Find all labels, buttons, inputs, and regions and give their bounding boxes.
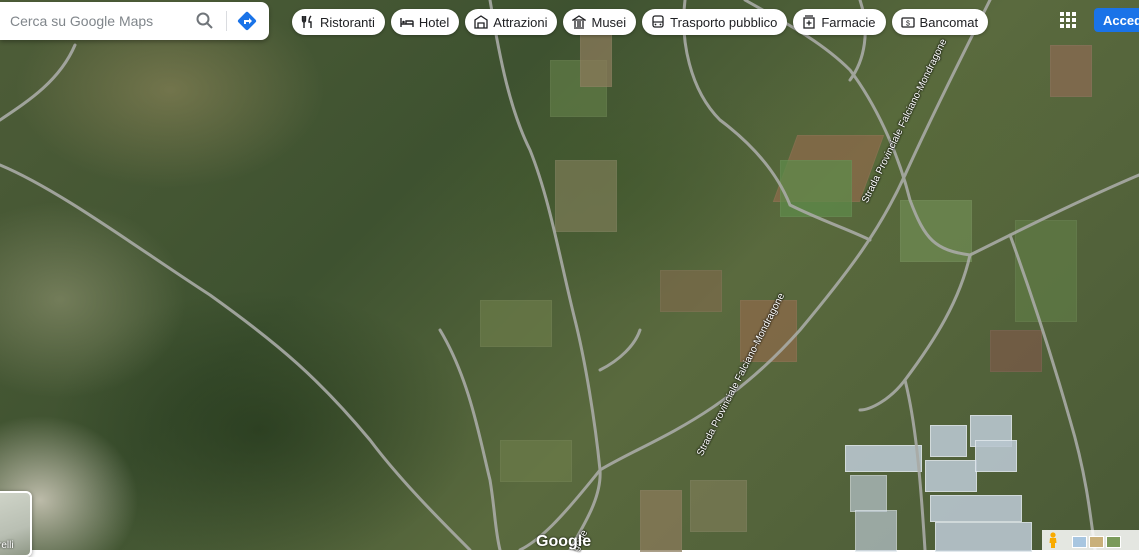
sign-in-button[interactable]: Accedi — [1094, 8, 1139, 32]
chip-atm[interactable]: $ Bancomat — [891, 9, 989, 35]
atm-icon: $ — [900, 15, 915, 29]
chip-label: Ristoranti — [320, 14, 375, 30]
search-icon[interactable] — [195, 11, 215, 31]
road-network — [0, 0, 1139, 550]
chip-label: Attrazioni — [493, 14, 548, 30]
directions-icon[interactable] — [237, 11, 257, 31]
chip-attractions[interactable]: Attrazioni — [465, 9, 558, 35]
divider — [226, 11, 227, 31]
layers-toggle[interactable]: relli — [0, 491, 32, 557]
chip-label: Musei — [591, 14, 627, 30]
map-type-thumbnail[interactable] — [1072, 536, 1087, 548]
chip-hotel[interactable]: Hotel — [390, 9, 460, 35]
svg-text:$: $ — [906, 21, 910, 28]
chip-label: Hotel — [418, 14, 450, 30]
satellite-map[interactable]: Strada Provinciale Falciano-Mondragone S… — [0, 0, 1139, 553]
layers-label: relli — [0, 540, 14, 551]
pegman-icon[interactable] — [1046, 532, 1060, 549]
chip-transit[interactable]: Trasporto pubblico — [642, 9, 788, 35]
terrain-thumbnail[interactable] — [1089, 536, 1104, 548]
museum-icon — [572, 15, 587, 29]
hotel-icon — [400, 15, 414, 29]
search-input[interactable] — [8, 12, 192, 30]
pharmacy-icon — [802, 15, 816, 29]
attractions-icon — [474, 15, 488, 29]
chip-label: Farmacie — [821, 14, 876, 30]
category-chips: Ristoranti Hotel Attrazioni Musei Traspo… — [292, 9, 989, 35]
chip-museums[interactable]: Musei — [563, 9, 637, 35]
restaurant-icon — [301, 15, 315, 29]
chip-restaurants[interactable]: Ristoranti — [292, 9, 385, 35]
bus-icon — [651, 15, 665, 29]
satellite-thumbnail[interactable] — [1106, 536, 1121, 548]
google-logo: Google — [536, 533, 592, 550]
apps-grid-icon[interactable] — [1060, 12, 1076, 28]
chip-pharmacies[interactable]: Farmacie — [793, 9, 886, 35]
chip-label: Bancomat — [919, 14, 979, 30]
chip-label: Trasporto pubblico — [670, 14, 778, 30]
search-box[interactable] — [0, 2, 269, 40]
